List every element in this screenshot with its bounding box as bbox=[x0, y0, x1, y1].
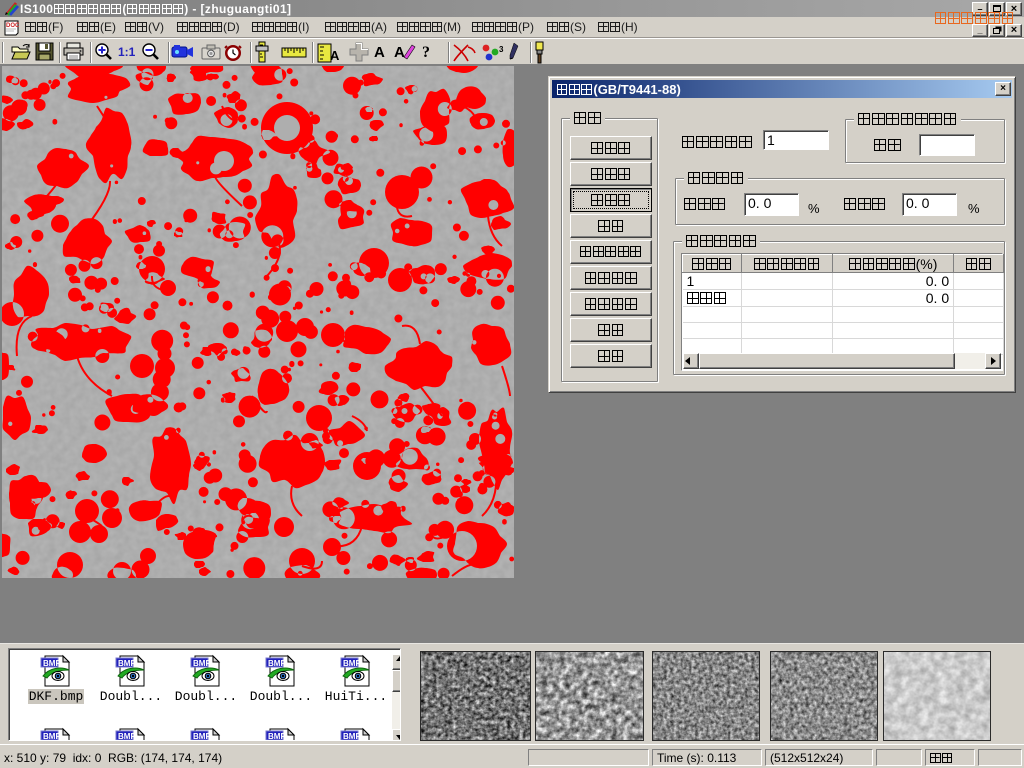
svg-text:A: A bbox=[330, 48, 340, 63]
svg-text:BMP: BMP bbox=[268, 659, 286, 668]
svg-text:BMP: BMP bbox=[268, 732, 286, 741]
svg-text:BMP: BMP bbox=[43, 659, 61, 668]
svg-text:BMP: BMP bbox=[118, 732, 136, 741]
svg-text:A: A bbox=[374, 44, 385, 61]
svg-text:3: 3 bbox=[499, 45, 504, 54]
svg-text:DOC: DOC bbox=[6, 23, 19, 29]
svg-text:BMP: BMP bbox=[343, 659, 361, 668]
svg-text:A: A bbox=[394, 44, 405, 61]
svg-text:BMP: BMP bbox=[193, 732, 211, 741]
svg-text:1:1: 1:1 bbox=[118, 45, 136, 59]
svg-text:BMP: BMP bbox=[343, 732, 361, 741]
svg-text:BMP: BMP bbox=[193, 659, 211, 668]
svg-text:BMP: BMP bbox=[118, 659, 136, 668]
svg-text:?: ? bbox=[422, 44, 430, 61]
svg-text:BMP: BMP bbox=[43, 732, 61, 741]
